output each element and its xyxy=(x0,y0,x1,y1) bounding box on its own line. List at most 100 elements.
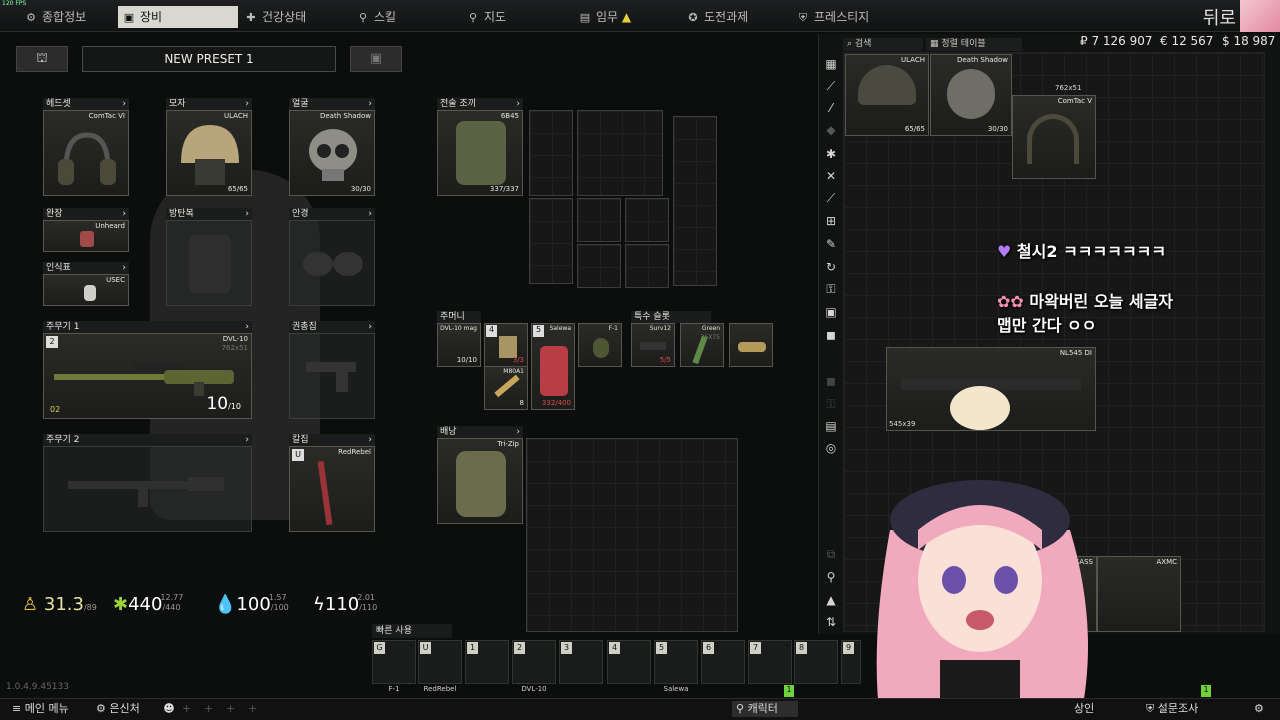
chevron-right-icon[interactable]: › xyxy=(516,426,520,438)
special-item[interactable]: Surv12 5/5 xyxy=(631,323,675,367)
chevron-right-icon[interactable]: › xyxy=(122,208,126,220)
character-shortcut-icon[interactable]: ☻ xyxy=(160,701,178,717)
filter-barter-icon[interactable]: ↻ xyxy=(822,258,840,276)
rig-cell[interactable] xyxy=(577,110,663,196)
face-slot[interactable]: Death Shadow 30/30 xyxy=(289,110,375,196)
headwear-slot[interactable]: ULACH 65/65 xyxy=(166,110,252,196)
chevron-right-icon[interactable]: › xyxy=(245,98,249,110)
add-icon[interactable]: + xyxy=(182,701,191,717)
filter-containers-icon[interactable]: ▣ xyxy=(822,303,840,321)
save-preset-button[interactable]: ▣ xyxy=(350,46,402,72)
chevron-right-icon[interactable]: › xyxy=(122,98,126,110)
traders-button[interactable]: 상인 xyxy=(1074,701,1094,717)
rig-slot[interactable]: 6B45 337/337 xyxy=(437,110,523,196)
add-icon[interactable]: + xyxy=(226,701,235,717)
filter-disabled-icon[interactable]: ◼ xyxy=(822,372,840,390)
holster-slot[interactable] xyxy=(289,333,375,419)
quick-slot[interactable]: G F-1 xyxy=(372,640,416,693)
pocket-item[interactable]: 4 3/3 xyxy=(484,323,528,367)
filter-food-icon[interactable]: ◼ xyxy=(822,326,840,344)
hideout-button[interactable]: ⚙ 은신처 xyxy=(96,701,140,717)
tab-health[interactable]: ✚ 건강상태 xyxy=(240,6,348,28)
rig-cell[interactable] xyxy=(577,198,621,242)
rig-cell[interactable] xyxy=(673,116,717,286)
tab-tasks[interactable]: ▤ 임무 ▲ xyxy=(574,6,674,28)
stash-item[interactable]: ComTac V xyxy=(1012,95,1096,179)
pin-icon[interactable]: ⚲ xyxy=(822,568,840,586)
add-icon[interactable]: + xyxy=(248,701,257,717)
sort-arrows-icon[interactable]: ⇅ xyxy=(822,613,840,631)
chevron-right-icon[interactable]: › xyxy=(368,321,372,333)
filter-all-icon[interactable]: ▦ xyxy=(822,55,840,73)
filter-disabled-icon[interactable]: ⚿ xyxy=(822,395,840,413)
stash-item[interactable]: Death Shadow 30/30 xyxy=(930,54,1012,136)
rig-cell[interactable] xyxy=(529,198,573,284)
rig-cell[interactable] xyxy=(577,244,621,288)
armband-slot[interactable]: Unheard xyxy=(43,220,129,252)
stash-search-button[interactable]: ⌕ 검색 xyxy=(843,38,923,51)
tab-prestige[interactable]: ⛨ 프레스티지 xyxy=(792,6,896,28)
scabbard-slot[interactable]: U RedRebel xyxy=(289,446,375,532)
tab-gear[interactable]: ▣ 장비 xyxy=(118,6,238,28)
special-item[interactable]: Green 26X75 xyxy=(680,323,724,367)
quick-slot[interactable]: 8 xyxy=(794,640,838,684)
armor-slot[interactable] xyxy=(166,220,252,306)
filter-tools-icon[interactable]: ⟋ xyxy=(822,189,840,207)
filter-melee-icon[interactable]: ✕ xyxy=(822,167,840,185)
chevron-right-icon[interactable]: › xyxy=(245,434,249,446)
quick-slot[interactable]: 6 xyxy=(701,640,745,684)
character-button[interactable]: ⚲ 캐릭터 xyxy=(732,701,798,717)
quick-slot[interactable]: 7 xyxy=(748,640,792,684)
chevron-right-icon[interactable]: › xyxy=(368,98,372,110)
filter-mods-icon[interactable]: ◆ xyxy=(822,121,840,139)
chevron-right-icon[interactable]: › xyxy=(368,208,372,220)
back-label[interactable]: 뒤로 xyxy=(1203,4,1236,30)
pocket-item[interactable]: DVL-10 mag 10/10 xyxy=(437,323,481,367)
main-menu-button[interactable]: ≡ 메인 메뉴 xyxy=(12,701,69,717)
quick-slot[interactable]: 5 Salewa xyxy=(654,640,698,693)
backpack-slot[interactable]: Tri-Zip xyxy=(437,438,523,524)
filter-weapons-icon[interactable]: ⟋ xyxy=(822,77,840,95)
filter-check-icon[interactable]: ◎ xyxy=(822,439,840,457)
chevron-right-icon[interactable]: › xyxy=(516,98,520,110)
chevron-right-icon[interactable]: › xyxy=(245,321,249,333)
pocket-item[interactable]: M80A1 8 xyxy=(484,366,528,410)
pocket-item[interactable]: 5 Salewa 332/400 xyxy=(531,323,575,410)
preset-name-field[interactable]: NEW PRESET 1 xyxy=(82,46,336,72)
settings-gear-icon[interactable]: ⚙ xyxy=(1254,701,1264,717)
quick-slot[interactable]: 4 xyxy=(607,640,651,684)
stash-sort-button[interactable]: ▦ 정렬 테이블 xyxy=(926,38,1022,51)
secondary-weapon-slot[interactable] xyxy=(43,446,252,532)
backpack-grid[interactable] xyxy=(526,438,738,632)
rig-cell[interactable] xyxy=(529,110,573,196)
dogtag-slot[interactable]: USEC xyxy=(43,274,129,306)
quick-slot[interactable]: 2 DVL-10 xyxy=(512,640,556,693)
chevron-right-icon[interactable]: › xyxy=(368,434,372,446)
filter-meds-icon[interactable]: ✎ xyxy=(822,235,840,253)
preset-wardrobe-button[interactable]: ⛫ xyxy=(16,46,68,72)
filter-ammo-icon[interactable]: ⁄ xyxy=(822,99,840,117)
add-icon[interactable]: + xyxy=(204,701,213,717)
quick-slot[interactable]: 1 xyxy=(465,640,509,684)
lock-icon[interactable]: ▲ xyxy=(822,591,840,609)
survey-button[interactable]: ⛨ 설문조사 xyxy=(1146,701,1198,717)
stash-item[interactable]: ULACH 65/65 xyxy=(845,54,929,136)
copy-icon[interactable]: ⧉ xyxy=(822,545,840,563)
filter-gear-icon[interactable]: ✱ xyxy=(822,145,840,163)
tab-skills[interactable]: ⚲ 스킬 xyxy=(352,6,452,28)
eyewear-slot[interactable] xyxy=(289,220,375,306)
chevron-right-icon[interactable]: › xyxy=(122,262,126,274)
filter-info-icon[interactable]: ▤ xyxy=(822,417,840,435)
primary-weapon-slot[interactable]: 2 DVL-10 762x51 02 10/10 xyxy=(43,333,252,419)
filter-keys-icon[interactable]: ⚿ xyxy=(822,280,840,298)
tab-map[interactable]: ⚲ 지도 xyxy=(462,6,562,28)
headset-slot[interactable]: ComTac VI xyxy=(43,110,129,196)
rig-cell[interactable] xyxy=(625,244,669,288)
rig-cell[interactable] xyxy=(625,198,669,242)
tab-achievements[interactable]: ✪ 도전과제 xyxy=(682,6,786,28)
tab-overview[interactable]: ⚙ 종합정보 xyxy=(20,6,116,28)
quick-slot[interactable]: 3 xyxy=(559,640,603,684)
chevron-right-icon[interactable]: › xyxy=(245,208,249,220)
special-item[interactable] xyxy=(729,323,773,367)
pocket-item[interactable]: F-1 xyxy=(578,323,622,367)
